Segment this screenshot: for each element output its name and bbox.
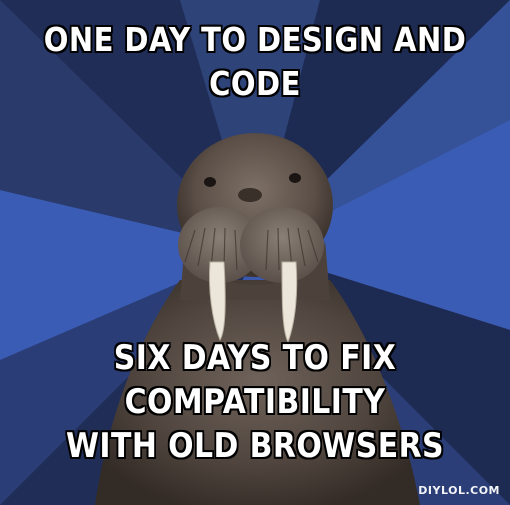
bottom-caption: SIX DAYS TO FIX COMPATIBILITY WITH OLD B… <box>31 336 480 468</box>
top-caption: ONE DAY TO DESIGN AND CODE <box>31 18 480 106</box>
bottom-caption-line-1: SIX DAYS TO FIX COMPATIBILITY <box>113 338 397 422</box>
watermark: DIYLOL.COM <box>418 484 500 497</box>
meme-image: ONE DAY TO DESIGN AND CODE SIX DAYS TO F… <box>0 0 510 505</box>
top-caption-line-2: CODE <box>209 64 301 103</box>
top-caption-line-1: ONE DAY TO DESIGN AND <box>43 20 467 59</box>
bottom-caption-line-2: WITH OLD BROWSERS <box>65 426 445 466</box>
